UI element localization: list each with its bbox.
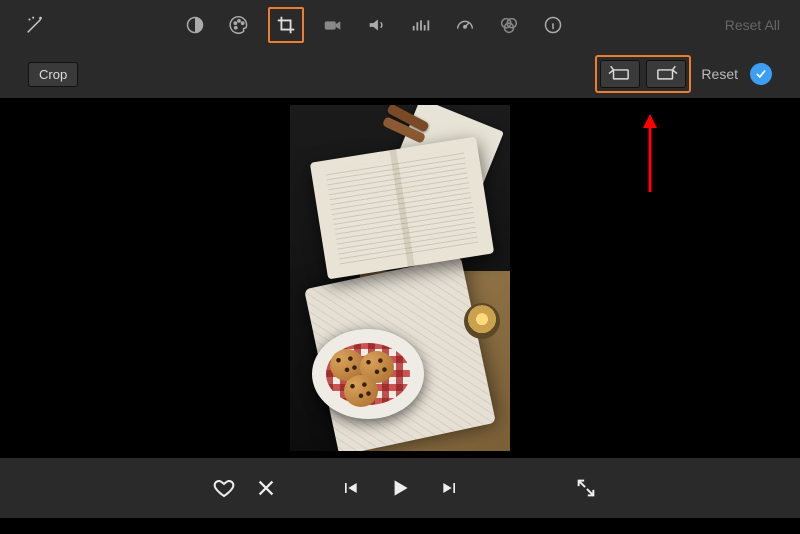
skip-previous-icon[interactable] (336, 474, 364, 502)
playback-controls (336, 474, 464, 502)
media-preview[interactable] (290, 105, 510, 451)
filters-overlap-icon[interactable] (494, 10, 524, 40)
color-balance-icon[interactable] (180, 10, 210, 40)
auto-enhance-area (20, 10, 170, 40)
speedometer-icon[interactable] (450, 10, 480, 40)
info-icon[interactable] (538, 10, 568, 40)
reject-icon[interactable] (252, 474, 280, 502)
video-camera-icon[interactable] (318, 10, 348, 40)
play-icon[interactable] (386, 474, 414, 502)
view-controls (572, 474, 600, 502)
apply-checkmark-button[interactable] (750, 63, 772, 85)
crop-icon[interactable] (268, 7, 304, 43)
rating-controls (210, 474, 280, 502)
reset-all-button[interactable]: Reset All (725, 17, 780, 33)
rotate-ccw-button[interactable] (600, 60, 640, 88)
favorite-icon[interactable] (210, 474, 238, 502)
media-viewer (0, 98, 800, 458)
rotate-buttons-highlight (595, 55, 691, 93)
adjustments-toolbar: Reset All (0, 0, 800, 50)
playback-toolbar (0, 458, 800, 518)
rotate-controls-group: Reset (595, 55, 772, 93)
rotate-cw-button[interactable] (646, 60, 686, 88)
effect-icon-row (180, 7, 568, 43)
crop-mode-button[interactable]: Crop (28, 62, 78, 87)
fullscreen-icon[interactable] (572, 474, 600, 502)
bottom-strip (0, 518, 800, 534)
magic-wand-icon[interactable] (20, 10, 50, 40)
color-palette-icon[interactable] (224, 10, 254, 40)
equalizer-icon[interactable] (406, 10, 436, 40)
skip-next-icon[interactable] (436, 474, 464, 502)
volume-icon[interactable] (362, 10, 392, 40)
reset-crop-button[interactable]: Reset (701, 66, 738, 82)
crop-sub-toolbar: Crop Reset (0, 50, 800, 98)
